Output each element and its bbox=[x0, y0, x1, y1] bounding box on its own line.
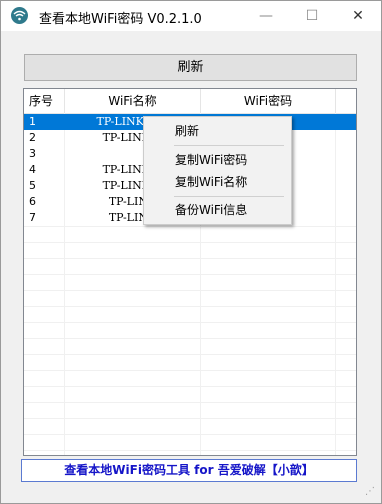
row-gridline bbox=[24, 370, 356, 371]
row-gridline bbox=[24, 274, 356, 275]
row-index: 1 bbox=[29, 115, 36, 128]
column-header-password[interactable]: WiFi密码 bbox=[201, 89, 335, 113]
row-index: 6 bbox=[29, 195, 36, 208]
row-index: 3 bbox=[29, 147, 36, 160]
main-window: 查看本地WiFi密码 V0.2.1.0 — ☐ ✕ 刷新 序号 WiFi名称 W… bbox=[0, 0, 382, 504]
wifi-icon bbox=[11, 7, 28, 24]
menu-item-copy-password[interactable]: 复制WiFi密码 bbox=[145, 149, 290, 171]
row-gridline bbox=[24, 402, 356, 403]
row-gridline bbox=[24, 354, 356, 355]
menu-separator bbox=[174, 145, 284, 146]
column-divider bbox=[335, 89, 336, 113]
row-index: 5 bbox=[29, 179, 36, 192]
row-gridline bbox=[24, 306, 356, 307]
minimize-button[interactable]: — bbox=[243, 1, 289, 31]
row-gridline bbox=[24, 418, 356, 419]
row-gridline bbox=[24, 322, 356, 323]
menu-item-copy-name[interactable]: 复制WiFi名称 bbox=[145, 171, 290, 193]
column-header-name[interactable]: WiFi名称 bbox=[65, 89, 200, 113]
resize-grip-icon[interactable]: ⋰ bbox=[365, 486, 379, 500]
list-header: 序号 WiFi名称 WiFi密码 bbox=[24, 89, 356, 114]
menu-item-refresh[interactable]: 刷新 bbox=[145, 120, 290, 142]
title-bar[interactable]: 查看本地WiFi密码 V0.2.1.0 — ☐ ✕ bbox=[1, 1, 381, 31]
refresh-button[interactable]: 刷新 bbox=[24, 54, 357, 81]
row-gridline bbox=[24, 242, 356, 243]
row-gridline bbox=[24, 226, 356, 227]
close-button[interactable]: ✕ bbox=[335, 1, 381, 31]
row-index: 4 bbox=[29, 163, 36, 176]
row-gridline bbox=[24, 386, 356, 387]
row-gridline bbox=[24, 338, 356, 339]
row-gridline bbox=[24, 450, 356, 451]
menu-separator bbox=[174, 196, 284, 197]
column-header-index[interactable]: 序号 bbox=[24, 89, 64, 113]
row-gridline bbox=[24, 434, 356, 435]
window-title: 查看本地WiFi密码 V0.2.1.0 bbox=[39, 12, 202, 27]
row-gridline bbox=[24, 290, 356, 291]
menu-item-backup[interactable]: 备份WiFi信息 bbox=[145, 199, 290, 221]
maximize-button[interactable]: ☐ bbox=[289, 1, 335, 31]
context-menu: 刷新 复制WiFi密码 复制WiFi名称 备份WiFi信息 bbox=[143, 116, 292, 225]
footer-banner: 查看本地WiFi密码工具 for 吾爱破解【小歆】 bbox=[21, 459, 357, 482]
row-gridline bbox=[24, 258, 356, 259]
row-index: 2 bbox=[29, 131, 36, 144]
row-index: 7 bbox=[29, 211, 36, 224]
